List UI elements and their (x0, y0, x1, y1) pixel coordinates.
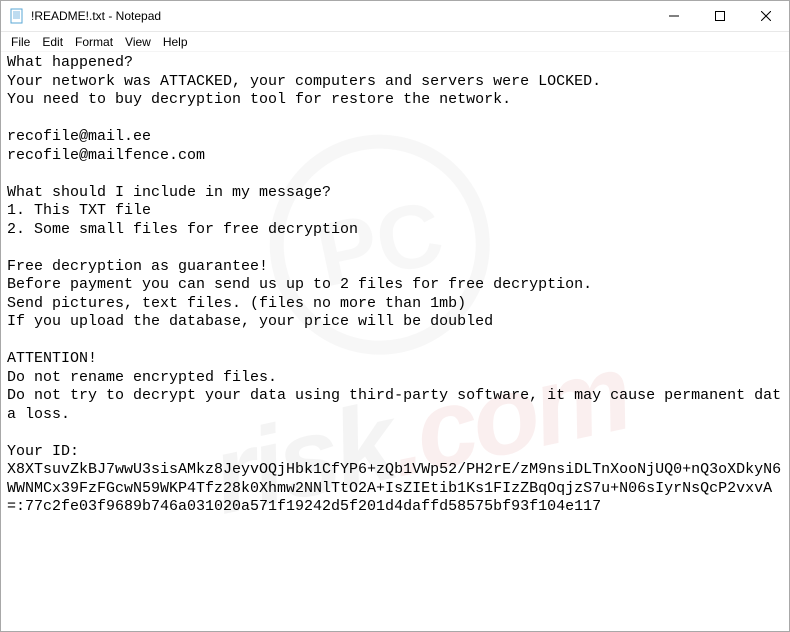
close-button[interactable] (743, 1, 789, 31)
menu-file[interactable]: File (5, 34, 36, 50)
menu-bar: File Edit Format View Help (1, 32, 789, 52)
notepad-window: !README!.txt - Notepad File Edit Format … (0, 0, 790, 632)
window-controls (651, 1, 789, 31)
menu-format[interactable]: Format (69, 34, 119, 50)
menu-view[interactable]: View (119, 34, 157, 50)
menu-edit[interactable]: Edit (36, 34, 69, 50)
titlebar: !README!.txt - Notepad (1, 1, 789, 32)
window-title: !README!.txt - Notepad (31, 9, 651, 23)
text-area[interactable]: What happened? Your network was ATTACKED… (1, 52, 789, 631)
menu-help[interactable]: Help (157, 34, 194, 50)
notepad-icon (9, 8, 25, 24)
minimize-button[interactable] (651, 1, 697, 31)
maximize-button[interactable] (697, 1, 743, 31)
